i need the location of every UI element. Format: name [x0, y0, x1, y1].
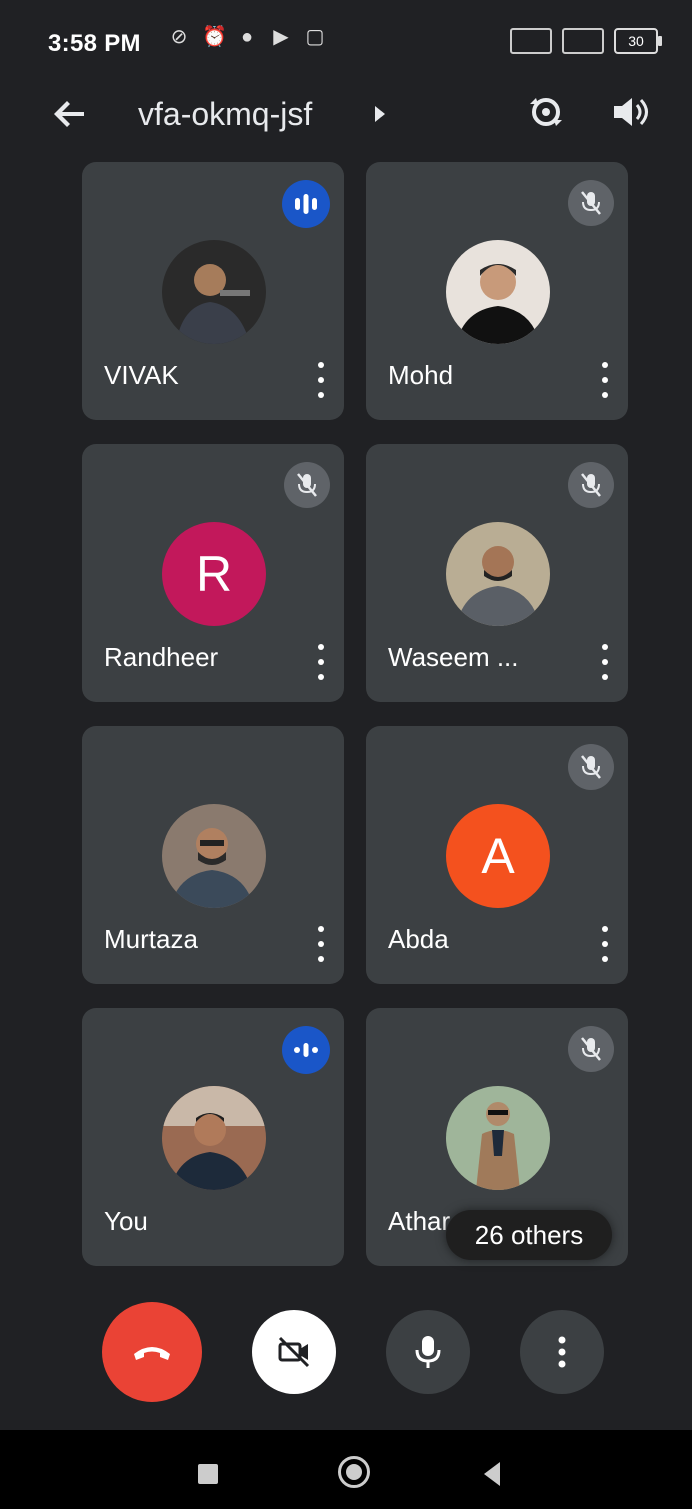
cast-icon: ▢: [305, 26, 325, 48]
back-triangle-icon[interactable]: [484, 1462, 500, 1486]
avatar: R: [162, 522, 266, 626]
mic-off-icon: [568, 1026, 614, 1072]
participant-name: Randheer: [104, 642, 219, 672]
participant-name: Waseem ...: [388, 642, 519, 672]
participant-tile[interactable]: Waseem ...: [366, 444, 628, 702]
more-options-icon[interactable]: [596, 644, 614, 680]
signal-sim2-icon: [562, 28, 604, 54]
end-call-button[interactable]: [102, 1302, 202, 1402]
top-bar: vfa-okmq-jsf: [0, 80, 692, 150]
speaker-icon[interactable]: [604, 86, 656, 138]
more-options-icon[interactable]: [312, 644, 330, 680]
avatar: [162, 804, 266, 908]
avatar: [162, 1086, 266, 1190]
status-time: 3:58 PM: [48, 30, 141, 57]
participant-name: Murtaza: [104, 924, 198, 954]
participant-tile[interactable]: R Randheer: [82, 444, 344, 702]
participant-name: VIVAK: [104, 360, 179, 390]
switch-camera-icon[interactable]: [520, 86, 572, 138]
avatar: [446, 240, 550, 344]
video-off-icon: [278, 1336, 310, 1368]
participant-tile[interactable]: Mohd: [366, 162, 628, 420]
more-options-icon[interactable]: [312, 362, 330, 398]
others-count-chip[interactable]: 26 others: [446, 1210, 612, 1260]
avatar: [446, 1086, 550, 1190]
participant-name: Mohd: [388, 360, 454, 390]
avatar: [162, 240, 266, 344]
more-options-button[interactable]: [520, 1310, 604, 1394]
battery-icon: 30: [614, 28, 662, 54]
mic-off-icon: [568, 744, 614, 790]
more-options-icon[interactable]: [312, 926, 330, 962]
participant-name: Abda: [388, 924, 449, 954]
recents-icon[interactable]: [198, 1464, 218, 1484]
avatar-letter: A: [481, 828, 515, 884]
home-icon[interactable]: [338, 1456, 370, 1488]
mic-off-icon: [568, 180, 614, 226]
speaking-indicator-icon: [282, 180, 330, 228]
youtube-icon: ▶: [273, 26, 289, 48]
mic-off-icon: [284, 462, 330, 508]
avatar-letter: R: [195, 546, 233, 602]
status-bar: 3:58 PM ⊘ ⏰ ● ▶ ▢ 30: [0, 0, 692, 80]
back-arrow-icon[interactable]: [46, 90, 94, 138]
alarm-icon: ⏰: [202, 26, 227, 48]
participant-tile-self[interactable]: You: [82, 1008, 344, 1266]
chevron-right-icon[interactable]: [375, 106, 385, 122]
camera-toggle-button[interactable]: [252, 1310, 336, 1394]
avatar: [446, 522, 550, 626]
status-icons: ⊘ ⏰ ● ▶ ▢: [168, 26, 326, 48]
more-options-icon[interactable]: [596, 362, 614, 398]
microphone-button[interactable]: [386, 1310, 470, 1394]
system-navigation-bar: [0, 1430, 692, 1509]
participant-name: You: [104, 1206, 148, 1236]
hang-up-icon: [134, 1347, 170, 1360]
signal-sim1-icon: [510, 28, 552, 54]
app-notification-icon: ●: [240, 26, 254, 48]
participant-tile[interactable]: VIVAK: [82, 162, 344, 420]
sync-off-icon: ⊘: [170, 26, 188, 48]
participant-tile[interactable]: A Abda: [366, 726, 628, 984]
avatar: A: [446, 804, 550, 908]
more-vert-icon: [558, 1336, 566, 1368]
speaking-indicator-icon: [282, 1026, 330, 1074]
meeting-code[interactable]: vfa-okmq-jsf: [138, 90, 312, 138]
status-right: 30: [510, 28, 662, 54]
call-controls: [0, 1302, 692, 1412]
more-options-icon[interactable]: [596, 926, 614, 962]
mic-icon: [415, 1336, 441, 1368]
mic-off-icon: [568, 462, 614, 508]
participant-name: Athar: [388, 1206, 451, 1236]
participant-tile[interactable]: Murtaza: [82, 726, 344, 984]
